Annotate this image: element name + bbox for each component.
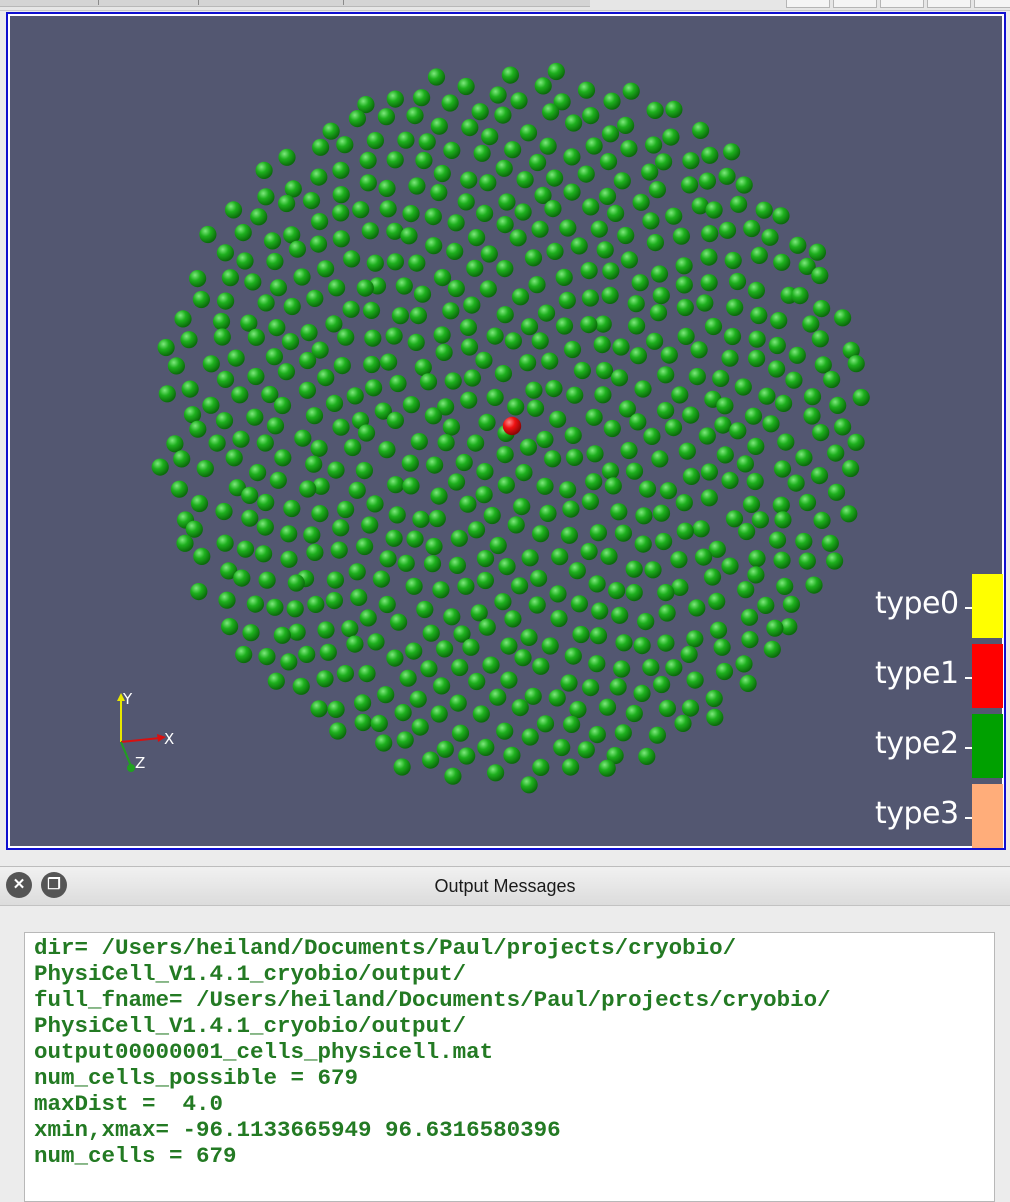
output-messages-text[interactable]: dir= /Users/heiland/Documents/Paul/proje…	[24, 932, 995, 1202]
orientation-axes: Y X Z	[117, 690, 174, 772]
legend-label-type3: type3	[875, 796, 959, 831]
legend-swatch-type2	[972, 714, 1003, 778]
output-line: PhysiCell_V1.4.1_cryobio/output/	[34, 1013, 467, 1039]
toolbar-divider	[343, 0, 344, 5]
output-line: num_cells = 679	[34, 1143, 237, 1169]
output-line: xmin,xmax= -96.1133665949 96.6316580396	[34, 1117, 561, 1143]
legend-swatch-type3	[972, 784, 1003, 848]
legend-swatch-type1	[972, 644, 1003, 708]
render-canvas[interactable]: Y X Z type0 type1 type2 type3	[10, 16, 1003, 848]
y-axis-label: Y	[122, 690, 133, 708]
legend-swatch-type0	[972, 574, 1003, 638]
top-toolbar	[0, 0, 1010, 11]
toolbar-button[interactable]	[880, 0, 924, 8]
toolbar-button[interactable]	[833, 0, 877, 8]
toolbar-button[interactable]	[927, 0, 971, 8]
output-line: PhysiCell_V1.4.1_cryobio/output/	[34, 961, 467, 987]
legend-tick	[965, 607, 972, 609]
output-line: maxDist = 4.0	[34, 1091, 224, 1117]
x-axis-line	[120, 737, 161, 743]
x-axis-label: X	[164, 730, 174, 748]
toolbar-button[interactable]	[786, 0, 830, 8]
output-panel-header: ✕ ❐ Output Messages	[0, 866, 1010, 906]
legend-tick	[965, 817, 972, 819]
output-line: dir= /Users/heiland/Documents/Paul/proje…	[34, 935, 737, 961]
z-axis-arrow-icon	[127, 764, 135, 772]
legend-tick	[965, 677, 972, 679]
z-axis-label: Z	[135, 754, 145, 772]
toolbar-divider	[198, 0, 199, 5]
output-panel-title: Output Messages	[434, 876, 576, 896]
toolbar-strip	[0, 0, 590, 7]
legend-label-type2: type2	[875, 726, 959, 761]
z-axis-line	[120, 741, 132, 767]
output-line: output00000001_cells_physicell.mat	[34, 1039, 494, 1065]
output-line: num_cells_possible = 679	[34, 1065, 359, 1091]
legend-label-type1: type1	[875, 656, 959, 691]
toolbar-button[interactable]	[974, 0, 1010, 8]
toolbar-divider	[98, 0, 99, 5]
legend-label-type0: type0	[875, 586, 959, 621]
legend-tick	[965, 747, 972, 749]
output-panel: dir= /Users/heiland/Documents/Paul/proje…	[0, 906, 1010, 1202]
output-line: full_fname= /Users/heiland/Documents/Pau…	[34, 987, 831, 1013]
render-viewport[interactable]: Y X Z type0 type1 type2 type3	[6, 12, 1006, 850]
